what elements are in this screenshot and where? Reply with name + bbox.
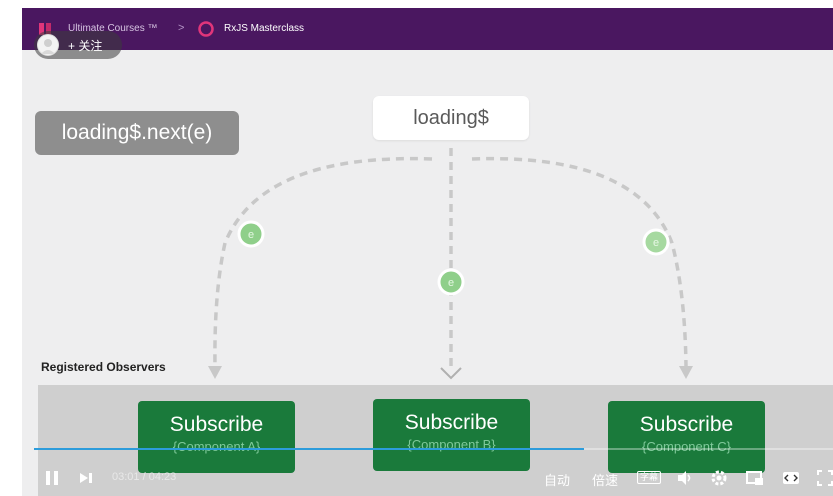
event-token-left: e xyxy=(248,229,254,241)
arrowhead-right xyxy=(679,366,693,379)
player-controls: 03:01 / 04:23 自动 倍速 字幕 xyxy=(22,460,833,496)
page-frame: Ultimate Courses ™ > RxJS Masterclass + … xyxy=(0,0,833,496)
widescreen-icon[interactable] xyxy=(782,471,800,485)
progress-bar-fill xyxy=(34,448,584,450)
subscriber-title: Subscribe xyxy=(169,413,264,436)
event-e-right: e xyxy=(642,228,670,256)
subscriber-title: Subscribe xyxy=(639,413,734,436)
subtitle-button[interactable]: 字幕 xyxy=(637,471,662,484)
subscriber-component: {Component C} xyxy=(642,439,731,454)
subscriber-component: {Component A} xyxy=(172,439,261,454)
progress-bar[interactable] xyxy=(34,448,833,450)
arrowhead-left xyxy=(208,366,222,379)
registered-observers-heading: Registered Observers xyxy=(41,360,166,374)
arrowhead-center xyxy=(440,367,462,380)
pause-icon[interactable] xyxy=(44,469,60,487)
event-e-left: e xyxy=(237,220,265,248)
event-e-center: e xyxy=(437,268,465,296)
next-icon[interactable] xyxy=(78,471,94,485)
event-token-right: e xyxy=(653,237,659,249)
time-separator: / xyxy=(142,471,146,483)
speed-button[interactable]: 倍速 xyxy=(592,470,618,489)
flow-arrow-right xyxy=(471,156,688,367)
volume-icon[interactable] xyxy=(676,469,694,487)
video-player[interactable]: Ultimate Courses ™ > RxJS Masterclass + … xyxy=(22,8,833,496)
event-token-center: e xyxy=(448,277,454,289)
auto-quality-button[interactable]: 自动 xyxy=(544,470,570,489)
fullscreen-icon[interactable] xyxy=(817,470,833,486)
pip-icon[interactable] xyxy=(746,470,764,486)
flow-arrow-left xyxy=(213,156,433,367)
duration: 04:23 xyxy=(148,471,177,483)
current-time: 03:01 xyxy=(112,471,140,483)
settings-icon[interactable] xyxy=(710,469,728,487)
playback-time: 03:01 / 04:23 xyxy=(112,471,176,483)
subscriber-title: Subscribe xyxy=(404,411,499,434)
